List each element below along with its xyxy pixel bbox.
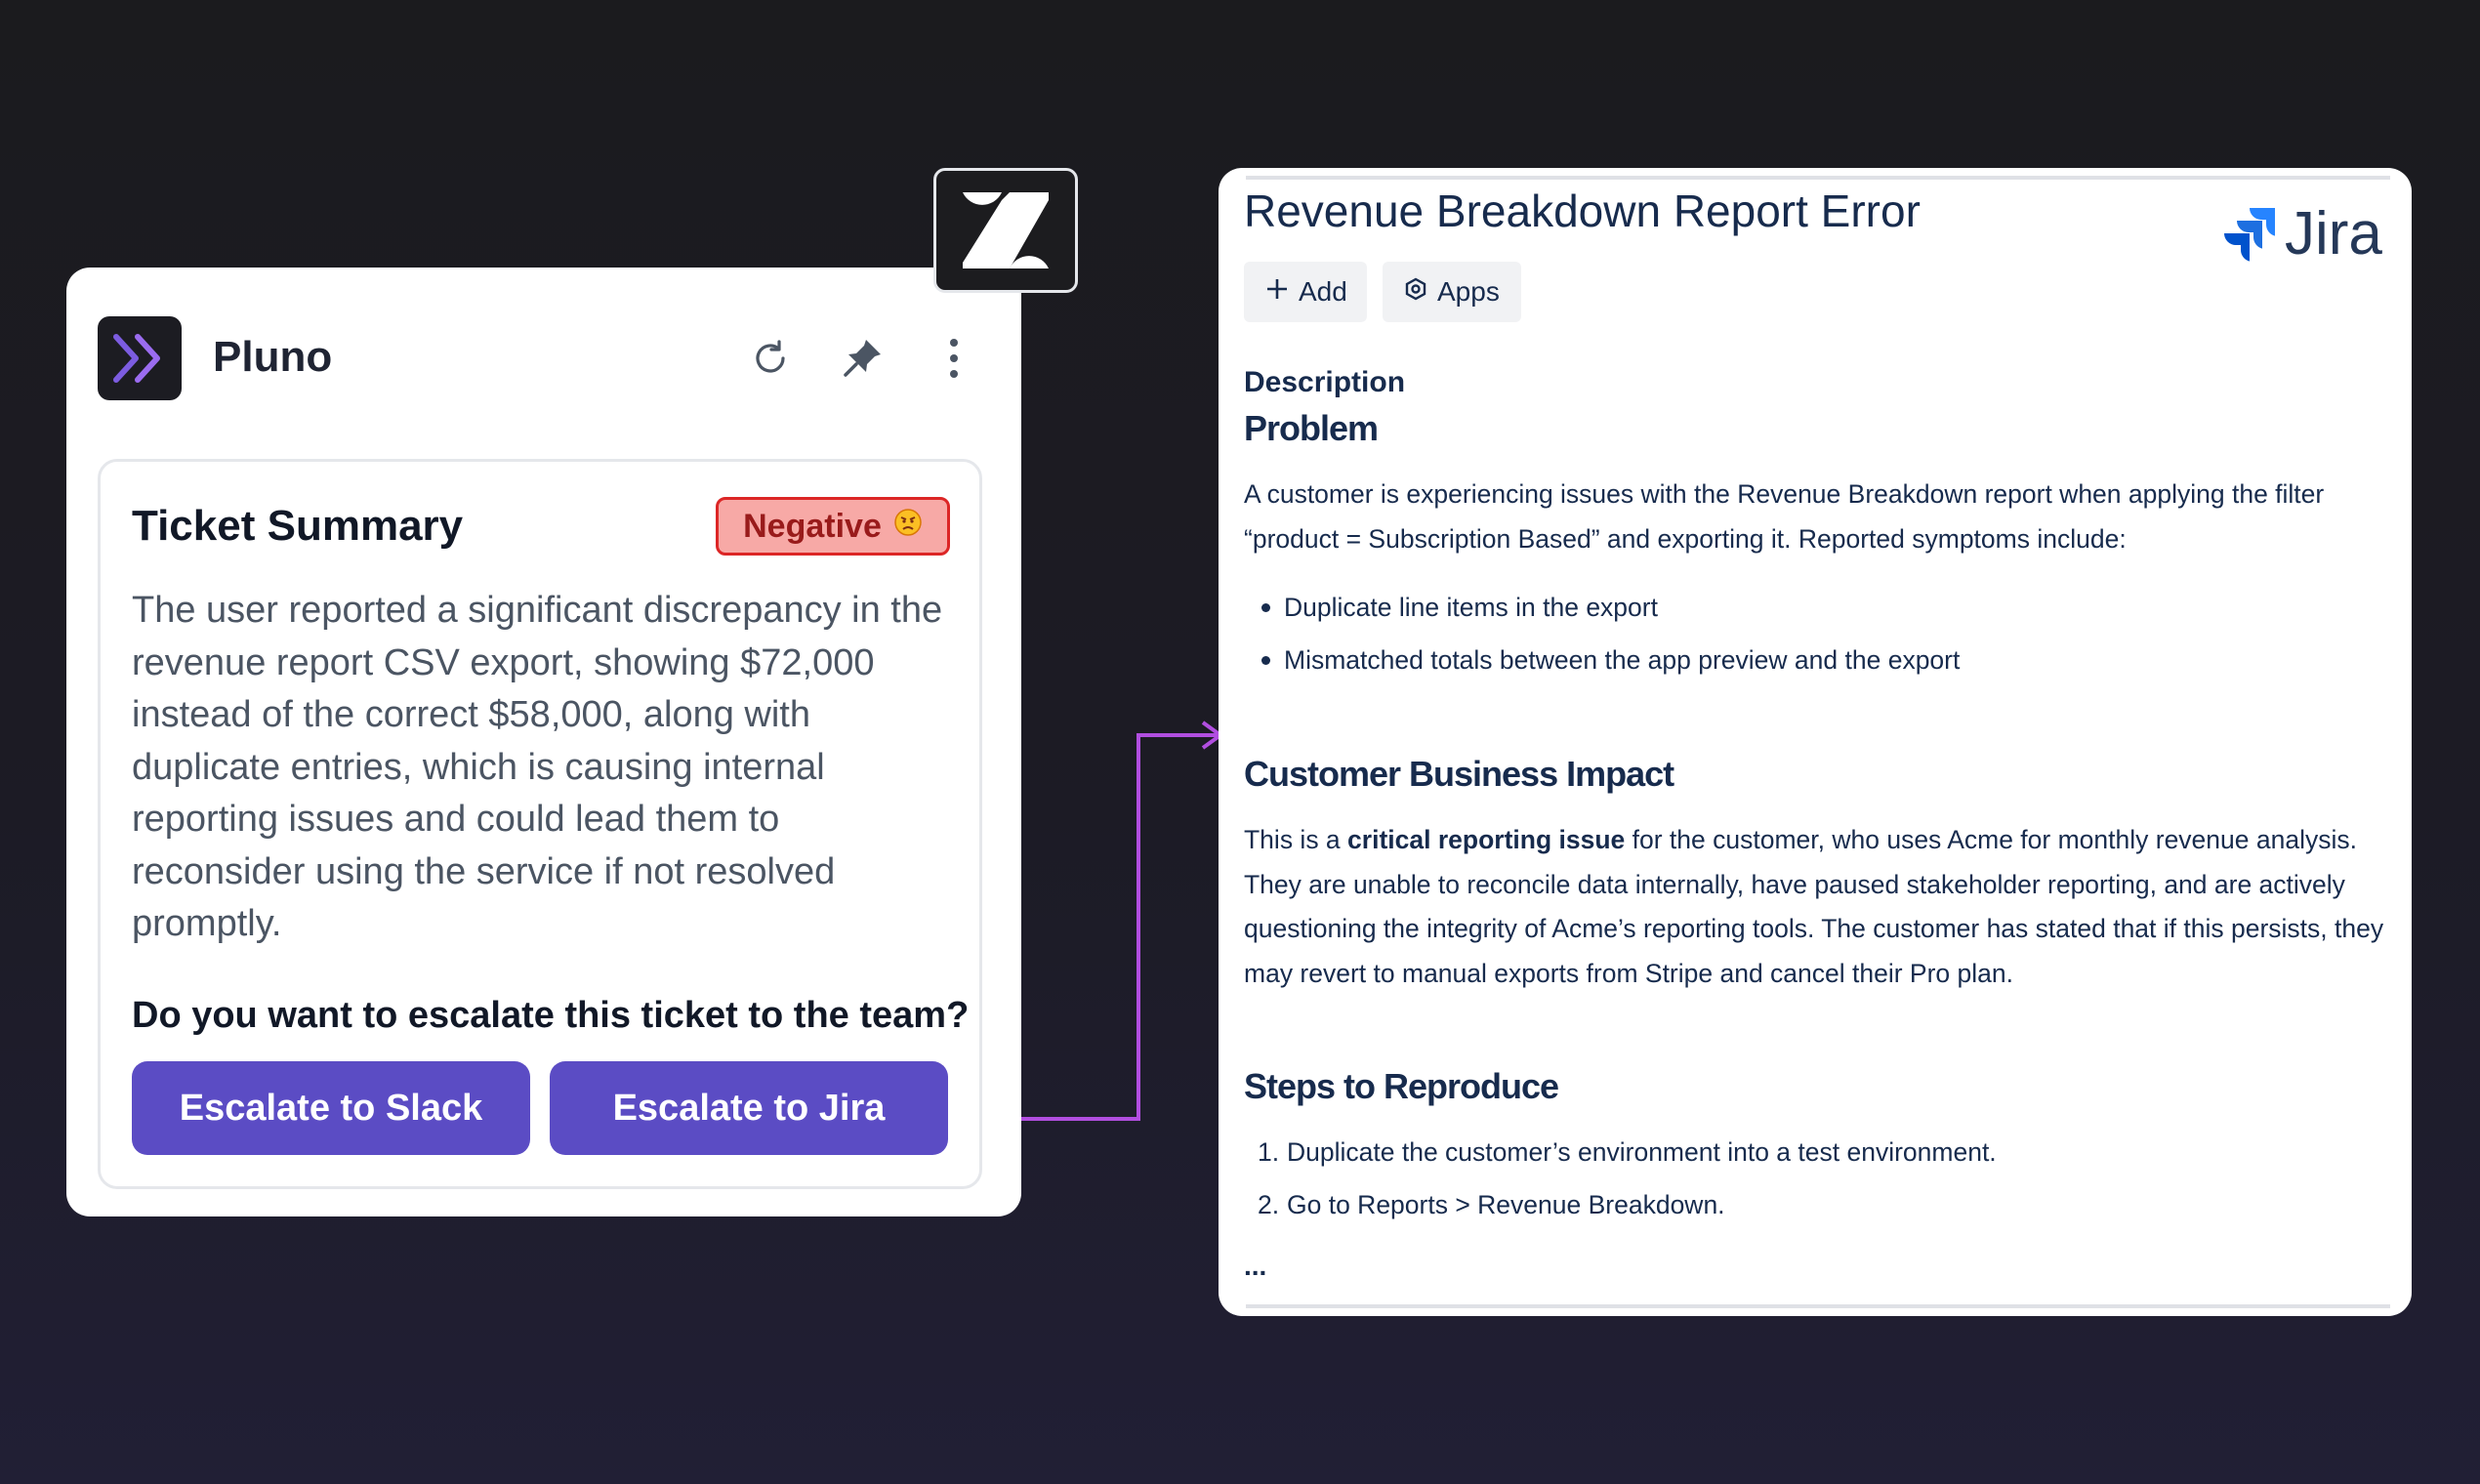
step-text: Duplicate the customer’s environment int…	[1287, 1137, 1997, 1167]
bullet-icon	[1261, 602, 1270, 612]
truncation-ellipsis: ...	[1244, 1251, 1267, 1281]
apps-button-label: Apps	[1437, 276, 1500, 307]
impact-bold: critical reporting issue	[1347, 825, 1626, 854]
ticket-summary-card: Ticket Summary Negative The user reporte…	[98, 459, 982, 1189]
ticket-summary-title: Ticket Summary	[132, 502, 464, 550]
more-vertical-icon[interactable]	[928, 332, 980, 385]
escalate-question: Do you want to escalate this ticket to t…	[132, 995, 970, 1036]
jira-issue-panel: Revenue Breakdown Report Error Jira Add …	[1219, 168, 2412, 1316]
escalate-to-slack-button[interactable]: Escalate to Slack	[132, 1061, 530, 1155]
ticket-summary-text: The user reported a significant discrepa…	[132, 590, 943, 944]
sentiment-label: Negative	[743, 507, 882, 545]
escalate-to-jira-button[interactable]: Escalate to Jira	[550, 1061, 948, 1155]
jira-logo: Jira	[2220, 203, 2382, 266]
angry-face-icon	[893, 508, 923, 546]
symptom-text: Duplicate line items in the export	[1284, 593, 1658, 622]
double-chevron-icon	[113, 334, 160, 383]
top-divider	[1246, 176, 2390, 180]
description-label: Description	[1244, 366, 1406, 398]
impact-text: This is a critical reporting issue for t…	[1244, 818, 2386, 996]
list-item: 1. Duplicate the customer’s environment …	[1258, 1133, 1997, 1172]
jira-icon	[2224, 208, 2275, 262]
add-button[interactable]: Add	[1244, 262, 1367, 322]
problem-text: A customer is experiencing issues with t…	[1244, 479, 2325, 554]
pluno-panel: Pluno Ticket Summary Negative The user r…	[66, 268, 1021, 1216]
impact-prefix: This is a	[1244, 825, 1348, 854]
app-name: Pluno	[213, 333, 333, 381]
step-number: 2.	[1258, 1190, 1280, 1219]
impact-heading: Customer Business Impact	[1244, 754, 1674, 794]
zendesk-logo	[933, 168, 1078, 293]
list-item: Mismatched totals between the app previe…	[1261, 640, 1960, 680]
refresh-icon[interactable]	[744, 332, 797, 385]
symptom-text: Mismatched totals between the app previe…	[1284, 645, 1961, 675]
step-text: Go to Reports > Revenue Breakdown.	[1287, 1190, 1725, 1219]
bullet-icon	[1261, 655, 1270, 665]
pluno-logo	[98, 316, 182, 400]
jira-wordmark: Jira	[2285, 200, 2382, 268]
issue-title: Revenue Breakdown Report Error	[1244, 186, 1921, 236]
list-item: 2. Go to Reports > Revenue Breakdown.	[1258, 1185, 1725, 1224]
apps-icon	[1404, 276, 1427, 308]
pin-icon[interactable]	[836, 332, 889, 385]
add-button-label: Add	[1299, 276, 1347, 307]
bottom-divider	[1246, 1304, 2390, 1308]
list-item: Duplicate line items in the export	[1261, 588, 1658, 627]
problem-heading: Problem	[1244, 408, 1379, 448]
step-number: 1.	[1258, 1137, 1280, 1167]
apps-button[interactable]: Apps	[1383, 262, 1521, 322]
plus-icon	[1265, 276, 1289, 308]
zendesk-icon	[963, 192, 1049, 268]
sentiment-badge: Negative	[716, 497, 950, 556]
steps-heading: Steps to Reproduce	[1244, 1066, 1559, 1106]
